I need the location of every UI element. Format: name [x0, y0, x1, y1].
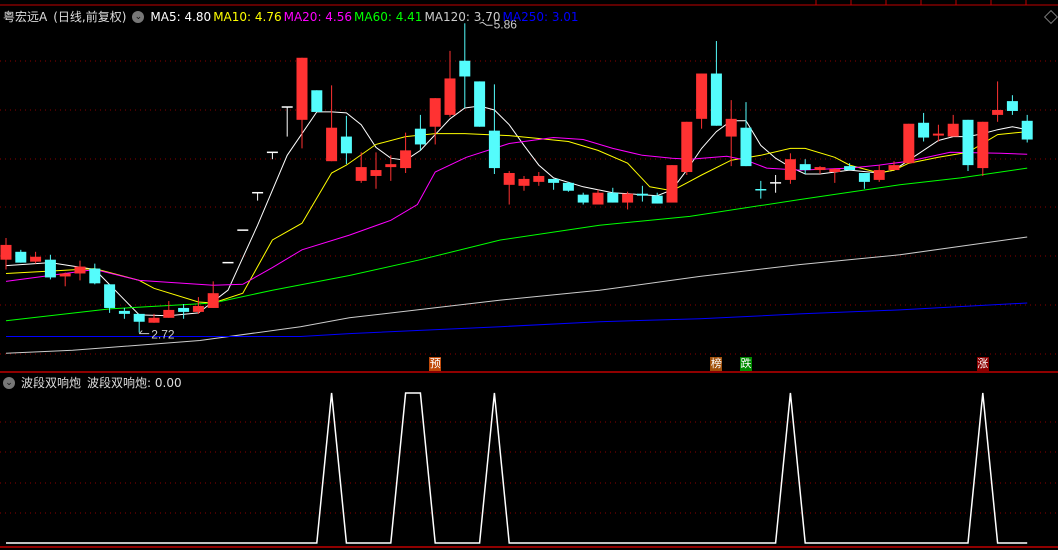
candle-body: [488, 130, 500, 169]
chart-period: (日线,前复权): [53, 10, 127, 24]
candle-body: [474, 81, 486, 127]
chart-header: 粤宏远A (日线,前复权) ⌄ MA5: 4.80 MA10: 4.76 MA20:…: [3, 8, 581, 25]
indicator-header: ⌄ 波段双响炮 波段双响炮: 0.00: [3, 374, 182, 391]
ma-legend: MA5: 4.80 MA10: 4.76 MA20: 4.56 MA60: 4.41 M…: [150, 10, 580, 24]
indicator-line: [6, 392, 1028, 544]
candle-body: [829, 169, 841, 173]
candle-body: [562, 182, 574, 191]
candle-body: [148, 317, 160, 323]
candle-body: [459, 60, 471, 77]
candle-body: [992, 109, 1004, 115]
candle-body: [977, 121, 989, 169]
candle-body: [178, 307, 190, 312]
signal-marker[interactable]: 跌: [740, 357, 752, 371]
candle-body: [385, 164, 397, 168]
candle-body: [651, 195, 663, 204]
candle-body: [1021, 120, 1033, 140]
low-price-label: 2.72: [151, 328, 175, 342]
signal-marker[interactable]: 预: [429, 357, 442, 371]
candle-body: [622, 193, 634, 203]
candle-body: [903, 123, 915, 164]
candle-body: [1006, 101, 1018, 111]
candle-body: [444, 78, 456, 115]
candle-body: [844, 166, 856, 171]
ma-line-ma5: [5, 105, 1028, 317]
ma-line-ma20: [5, 136, 1028, 286]
candle-body: [814, 167, 826, 171]
candle-body: [888, 165, 900, 171]
ma-line-ma10: [5, 131, 1028, 304]
ma-label: MA20: 4.56: [283, 9, 353, 24]
candle-body: [681, 121, 693, 173]
candle-body: [15, 251, 27, 263]
candle-body: [355, 167, 367, 181]
candle-body: [30, 256, 42, 262]
candle-body: [503, 173, 515, 185]
candle-body: [873, 170, 885, 180]
candle-body: [607, 192, 619, 203]
ma-label: MA5: 4.80: [150, 9, 212, 24]
candle-body: [592, 192, 604, 205]
candle-body: [414, 128, 426, 145]
candle-body: [577, 194, 589, 203]
candle-body: [932, 133, 944, 136]
candle-body: [340, 136, 352, 154]
candle-body: [59, 273, 71, 277]
ma-label: MA120: 3.70: [424, 9, 501, 24]
candle-body: [858, 173, 870, 182]
candle-body: [740, 127, 752, 167]
candle-body: [429, 98, 441, 127]
candle-body: [207, 293, 219, 308]
candle-body: [370, 170, 382, 176]
candle-body: [163, 309, 175, 318]
ma-label: MA60: 4.41: [354, 9, 423, 24]
candle-body: [118, 310, 130, 314]
low-pointer: [138, 330, 150, 335]
candle-body: [296, 57, 308, 120]
candle-body: [696, 73, 708, 119]
candle-body: [400, 150, 412, 169]
candle-body: [548, 178, 560, 183]
candle-body: [533, 175, 545, 182]
candle-body: [725, 118, 737, 137]
chevron-down-icon[interactable]: ⌄: [132, 10, 145, 23]
candle-body: [104, 284, 116, 308]
signal-marker[interactable]: 榜: [710, 357, 723, 371]
candle-body: [133, 313, 145, 322]
candle-body: [0, 244, 12, 260]
ma-label: MA10: 4.76: [213, 9, 282, 24]
candle-body: [74, 266, 86, 274]
indicator-name[interactable]: 波段双响炮: [21, 374, 81, 391]
candle-body: [636, 193, 648, 196]
ma-label: MA250: 3.01: [502, 9, 579, 24]
kline-chart[interactable]: 5.862.72: [0, 0, 1058, 550]
candle-body: [799, 164, 811, 171]
candle-body: [311, 90, 323, 112]
signal-marker[interactable]: 涨: [976, 357, 989, 371]
indicator-value: 波段双响炮: 0.00: [87, 376, 182, 390]
chevron-down-icon[interactable]: ⌄: [3, 376, 15, 389]
candle-body: [89, 268, 101, 284]
candle-body: [326, 127, 338, 162]
candle-body: [784, 159, 796, 180]
candle-body: [192, 305, 204, 312]
candle-body: [710, 73, 722, 126]
stock-name: 粤宏远A: [3, 10, 48, 24]
candle-body: [947, 123, 959, 137]
candle-body: [44, 259, 56, 278]
candle-body: [962, 119, 974, 166]
ma-line-ma60: [5, 167, 1028, 322]
candle-body: [666, 165, 678, 203]
candle-body: [518, 178, 530, 186]
candle-body: [918, 122, 930, 138]
